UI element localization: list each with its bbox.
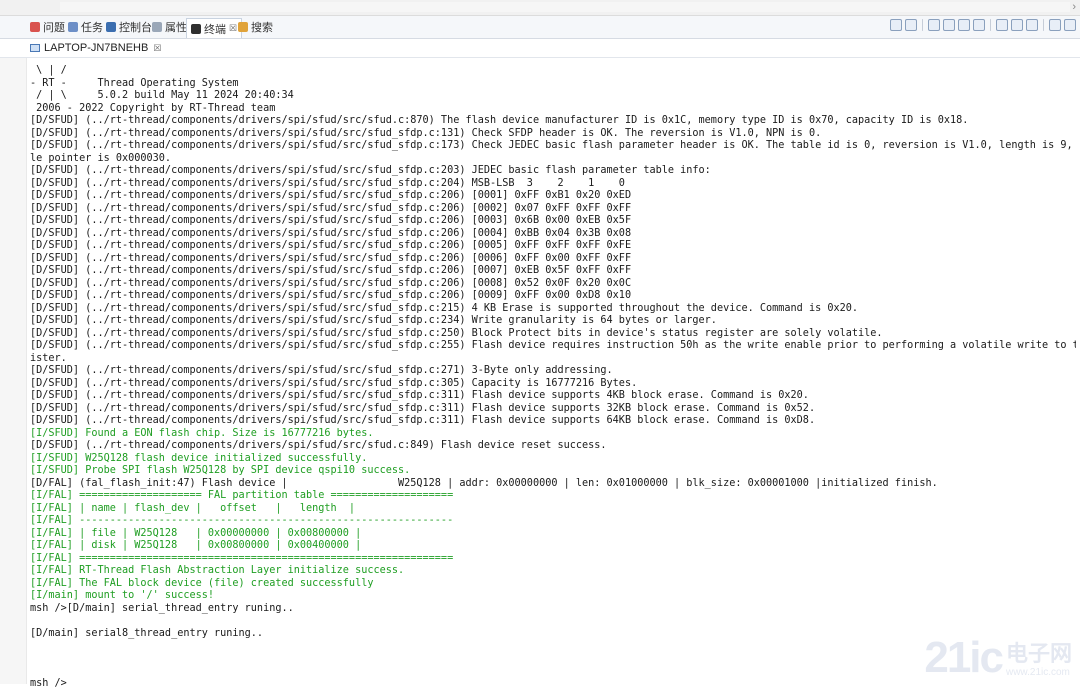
close-icon[interactable]: ☒ [229,23,237,34]
scroll-right-icon[interactable]: › [1072,0,1076,15]
settings-icon[interactable] [958,19,970,31]
console-line: / | \ 5.0.2 build May 11 2024 20:40:34 [30,90,1076,103]
console-line [30,640,1076,653]
console-line: [D/SFUD] (../rt-thread/components/driver… [30,328,1076,341]
tab-console[interactable]: 控制台 [106,19,152,35]
console-line [30,665,1076,678]
clear-console-icon[interactable] [943,19,955,31]
console-line: [D/SFUD] (../rt-thread/components/driver… [30,140,1076,153]
console-line: [I/FAL] RT-Thread Flash Abstraction Laye… [30,565,1076,578]
console-line: [D/SFUD] (../rt-thread/components/driver… [30,203,1076,216]
top-scrollbar[interactable]: ‹ › [0,0,1080,16]
tab-label: 控制台 [119,19,152,35]
console-line: [D/SFUD] (../rt-thread/components/driver… [30,315,1076,328]
console-line: [I/FAL] ==================== FAL partiti… [30,490,1076,503]
tab-label: 终端 [204,21,226,37]
console-line: [I/FAL] | name | flash_dev | offset | le… [30,503,1076,516]
terminal-session-tabs: LAPTOP-JN7BNEHB ☒ [0,39,1080,58]
console-line: msh />[D/main] serial_thread_entry runin… [30,603,1076,616]
session-tab[interactable]: LAPTOP-JN7BNEHB ☒ [30,40,161,56]
monitor-icon [30,44,40,52]
console-line: [D/SFUD] (../rt-thread/components/driver… [30,378,1076,391]
console-line: [D/FAL] (fal_flash_init:47) Flash device… [30,478,1076,491]
console-line: le pointer is 0x000030. [30,153,1076,166]
select-all-icon[interactable] [1026,19,1038,31]
console-line: [I/FAL] | disk | W25Q128 | 0x00800000 | … [30,540,1076,553]
console-line: [D/SFUD] (../rt-thread/components/driver… [30,265,1076,278]
tab-label: 问题 [43,19,65,35]
console-line: [D/SFUD] (../rt-thread/components/driver… [30,128,1076,141]
console-line: [D/SFUD] (../rt-thread/components/driver… [30,253,1076,266]
properties-icon [152,22,162,32]
search-icon [238,22,248,32]
console-line: [D/SFUD] (../rt-thread/components/driver… [30,228,1076,241]
left-gutter [0,58,27,684]
tab-label: 属性 [165,19,187,35]
console-line: [D/SFUD] (../rt-thread/components/driver… [30,115,1076,128]
console-line: [I/FAL] --------------------------------… [30,515,1076,528]
tab-problems[interactable]: 问题 [30,19,65,35]
console-line: [I/FAL] | file | W25Q128 | 0x00000000 | … [30,528,1076,541]
console-line: [D/SFUD] (../rt-thread/components/driver… [30,178,1076,191]
console-line: [I/SFUD] Found a EON flash chip. Size is… [30,428,1076,441]
console-line: - RT - Thread Operating System [30,78,1076,91]
copy-icon[interactable] [996,19,1008,31]
console-line: [I/SFUD] W25Q128 flash device initialize… [30,453,1076,466]
toolbar-separator [990,19,991,31]
console-line: [D/SFUD] (../rt-thread/components/driver… [30,215,1076,228]
console-line: [D/SFUD] (../rt-thread/components/driver… [30,165,1076,178]
tab-search[interactable]: 搜索 [238,19,273,35]
tab-label: 搜索 [251,19,273,35]
terminal-output[interactable]: \ | /- RT - Thread Operating System / | … [30,65,1076,690]
console-line: [D/main] serial8_thread_entry runing.. [30,628,1076,641]
close-icon[interactable]: ☒ [153,43,161,54]
tab-label: 任务 [81,19,103,35]
view-toolbar [890,19,1076,35]
encoding-icon[interactable] [973,19,985,31]
watermark-big: 21ic [924,638,1002,678]
watermark-logo: 21ic 电子网 www.21ic.com [924,638,1072,678]
toolbar-separator [1043,19,1044,31]
console-line: [D/SFUD] (../rt-thread/components/driver… [30,240,1076,253]
scroll-track[interactable] [60,2,1070,12]
toolbar-separator [922,19,923,31]
terminal-icon [191,24,201,34]
console-line: [D/SFUD] (../rt-thread/components/driver… [30,390,1076,403]
session-tab-label: LAPTOP-JN7BNEHB [44,42,148,54]
new-terminal-icon[interactable] [890,19,902,31]
console-line: [I/FAL] ================================… [30,553,1076,566]
console-line: [D/SFUD] (../rt-thread/components/driver… [30,365,1076,378]
console-line: \ | / [30,65,1076,78]
scroll-lock-icon[interactable] [928,19,940,31]
tab-terminal[interactable]: 终端 ☒ [186,18,242,38]
maximize-icon[interactable] [1064,19,1076,31]
console-line: [D/SFUD] (../rt-thread/components/driver… [30,190,1076,203]
console-line: [I/main] mount to '/' success! [30,590,1076,603]
console-line: [D/SFUD] (../rt-thread/components/driver… [30,303,1076,316]
console-line: [D/SFUD] (../rt-thread/components/driver… [30,415,1076,428]
console-line: [D/SFUD] (../rt-thread/components/driver… [30,440,1076,453]
console-line: 2006 - 2022 Copyright by RT-Thread team [30,103,1076,116]
tab-properties[interactable]: 属性 [152,19,187,35]
console-line: [D/SFUD] (../rt-thread/components/driver… [30,403,1076,416]
console-icon [106,22,116,32]
connect-icon[interactable] [905,19,917,31]
watermark-cn: 电子网 [1006,643,1072,667]
problems-icon [30,22,40,32]
watermark-url: www.21ic.com [1006,667,1072,678]
tab-tasks[interactable]: 任务 [68,19,103,35]
console-line [30,653,1076,666]
console-line: [I/FAL] The FAL block device (file) crea… [30,578,1076,591]
console-line: ister. [30,353,1076,366]
tasks-icon [68,22,78,32]
minimize-icon[interactable] [1049,19,1061,31]
console-line: [D/SFUD] (../rt-thread/components/driver… [30,340,1076,353]
console-line: [D/SFUD] (../rt-thread/components/driver… [30,290,1076,303]
console-line: [I/SFUD] Probe SPI flash W25Q128 by SPI … [30,465,1076,478]
view-tabs-bar: 问题 任务 控制台 属性 终端 ☒ 搜索 [0,16,1080,39]
console-line: [D/SFUD] (../rt-thread/components/driver… [30,278,1076,291]
paste-icon[interactable] [1011,19,1023,31]
console-line [30,615,1076,628]
